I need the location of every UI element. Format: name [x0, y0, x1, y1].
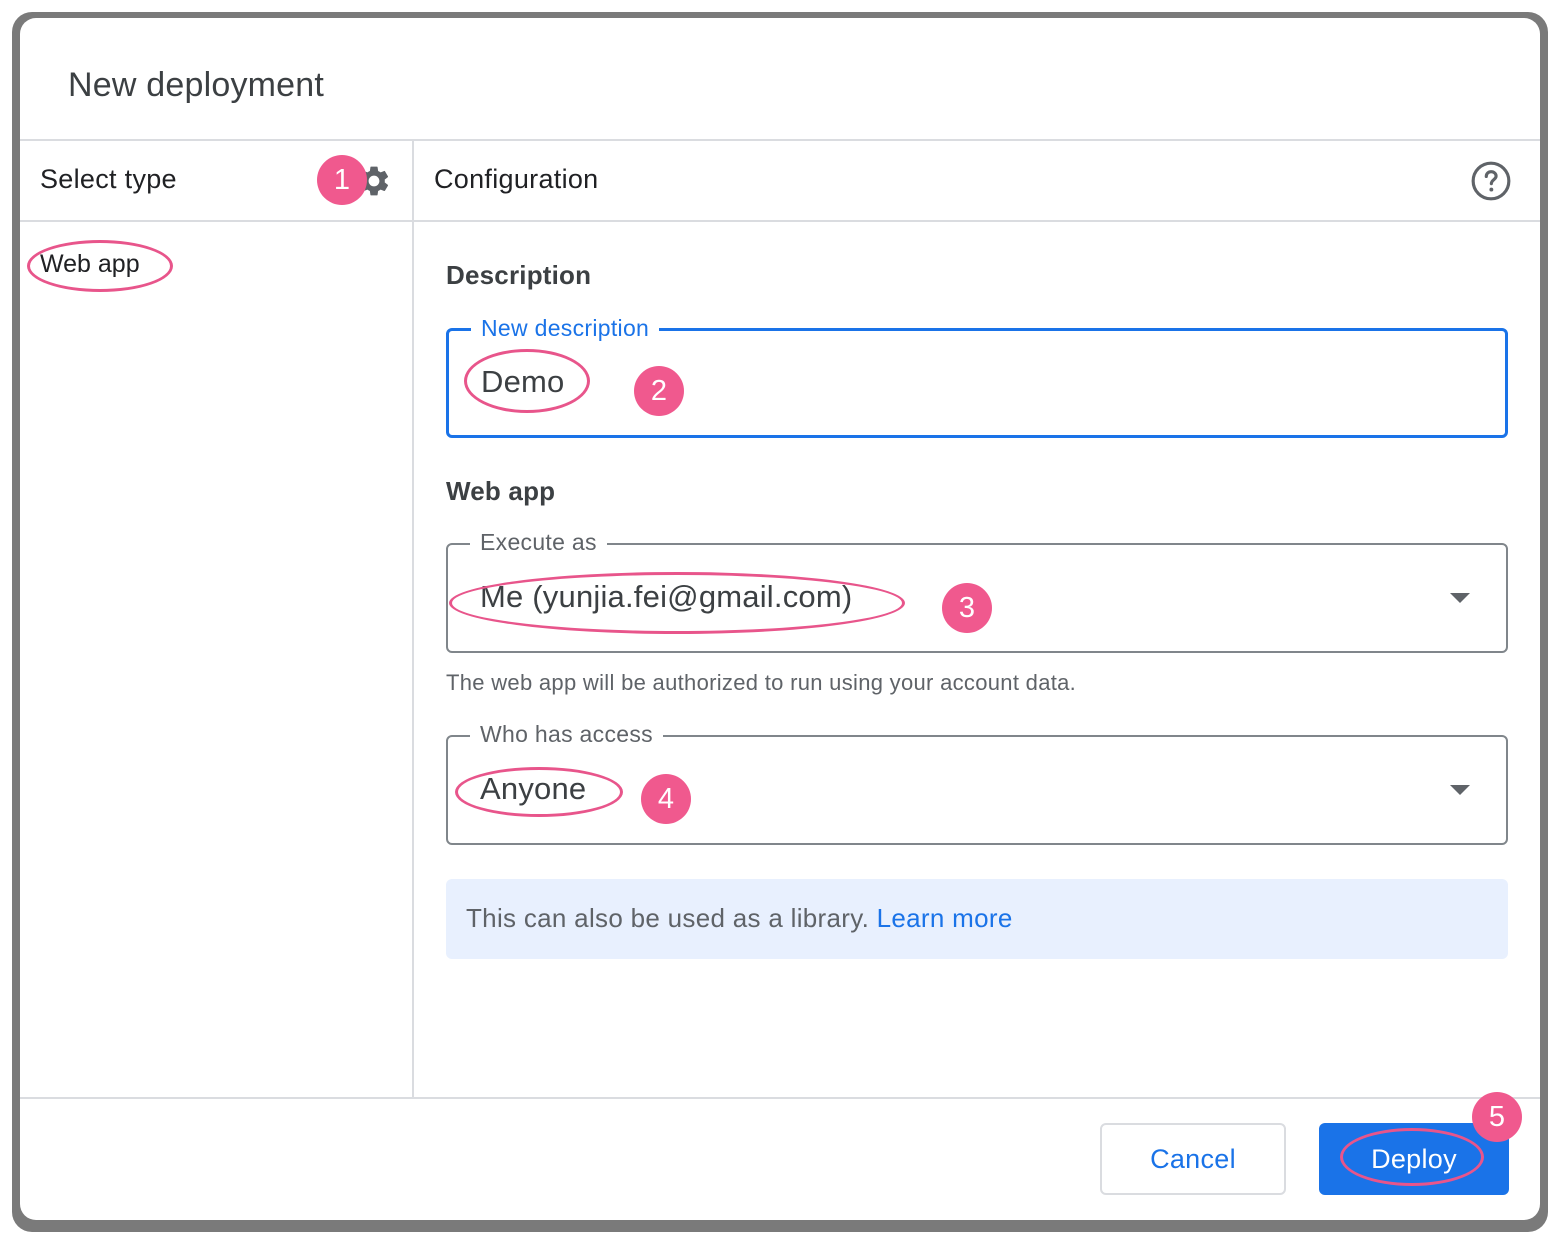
who-has-access-value: Anyone [480, 771, 587, 806]
configuration-header-divider [414, 220, 1540, 222]
panel-divider [412, 140, 414, 1098]
footer-divider [20, 1097, 1540, 1099]
library-info-text: This can also be used as a library. Lear… [466, 903, 1013, 934]
library-info-banner: This can also be used as a library. Lear… [446, 879, 1508, 959]
dropdown-arrow-icon [1450, 593, 1470, 603]
gear-icon[interactable] [356, 163, 392, 199]
deploy-button[interactable]: Deploy [1319, 1123, 1509, 1195]
web-app-section-label: Web app [446, 476, 556, 506]
new-deployment-dialog: New deployment Select type Web app Confi… [20, 18, 1540, 1220]
dialog-title: New deployment [68, 66, 325, 104]
who-has-access-select[interactable]: Who has access Anyone [446, 719, 1508, 845]
description-section-label: Description [446, 260, 592, 290]
execute-as-label: Execute as [470, 527, 607, 557]
execute-as-helper-text: The web app will be authorized to run us… [446, 670, 1077, 695]
execute-as-value: Me (yunjia.fei@gmail.com) [480, 579, 853, 614]
learn-more-link[interactable]: Learn more [877, 903, 1013, 933]
description-field-label: New description [471, 313, 660, 343]
title-divider [20, 139, 1540, 141]
execute-as-select[interactable]: Execute as Me (yunjia.fei@gmail.com) [446, 527, 1508, 653]
description-field[interactable]: New description Demo [446, 313, 1508, 438]
configuration-heading: Configuration [434, 164, 599, 194]
help-circle-icon[interactable] [1470, 160, 1512, 202]
who-has-access-label: Who has access [470, 719, 663, 749]
dropdown-arrow-icon [1450, 785, 1470, 795]
select-type-heading: Select type [40, 164, 177, 194]
cancel-button[interactable]: Cancel [1100, 1123, 1286, 1195]
select-type-header-divider [20, 220, 413, 222]
library-info-message: This can also be used as a library. [466, 903, 870, 933]
description-input-value[interactable]: Demo [481, 364, 565, 400]
type-item-web-app[interactable]: Web app [40, 250, 140, 279]
